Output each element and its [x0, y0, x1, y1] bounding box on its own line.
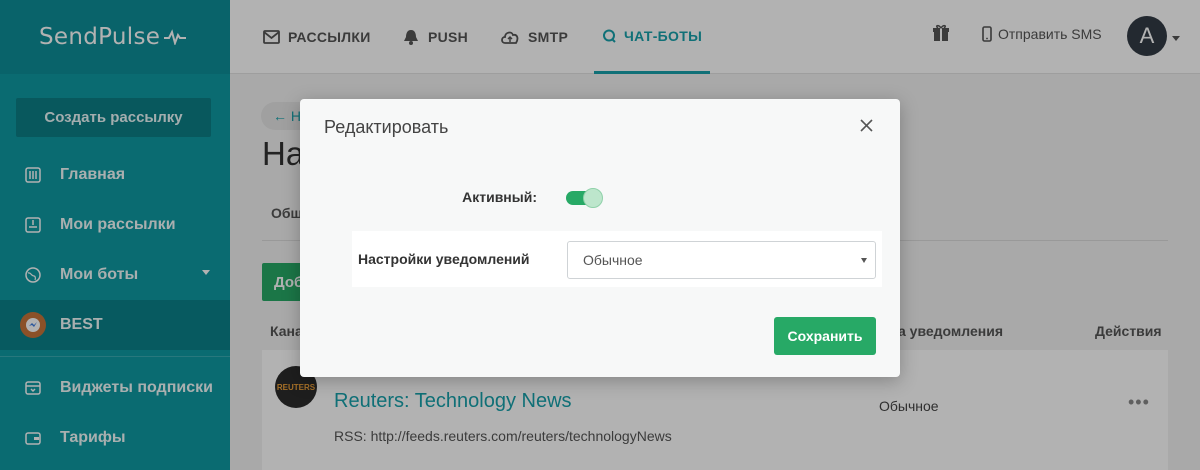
- toggle-knob: [583, 188, 603, 208]
- chevron-down-icon: [861, 258, 867, 263]
- notification-settings-label: Настройки уведомлений: [358, 251, 530, 267]
- active-toggle[interactable]: [566, 188, 603, 208]
- notification-select[interactable]: Обычное: [567, 241, 876, 279]
- close-icon[interactable]: [858, 117, 874, 133]
- active-label: Активный:: [462, 189, 537, 205]
- notification-settings-row: Настройки уведомлений Обычное: [352, 231, 882, 287]
- select-value: Обычное: [583, 252, 643, 268]
- modal-title: Редактировать: [324, 117, 449, 137]
- edit-modal: Редактировать Активный: Настройки уведом…: [300, 99, 900, 377]
- save-button[interactable]: Сохранить: [774, 317, 876, 355]
